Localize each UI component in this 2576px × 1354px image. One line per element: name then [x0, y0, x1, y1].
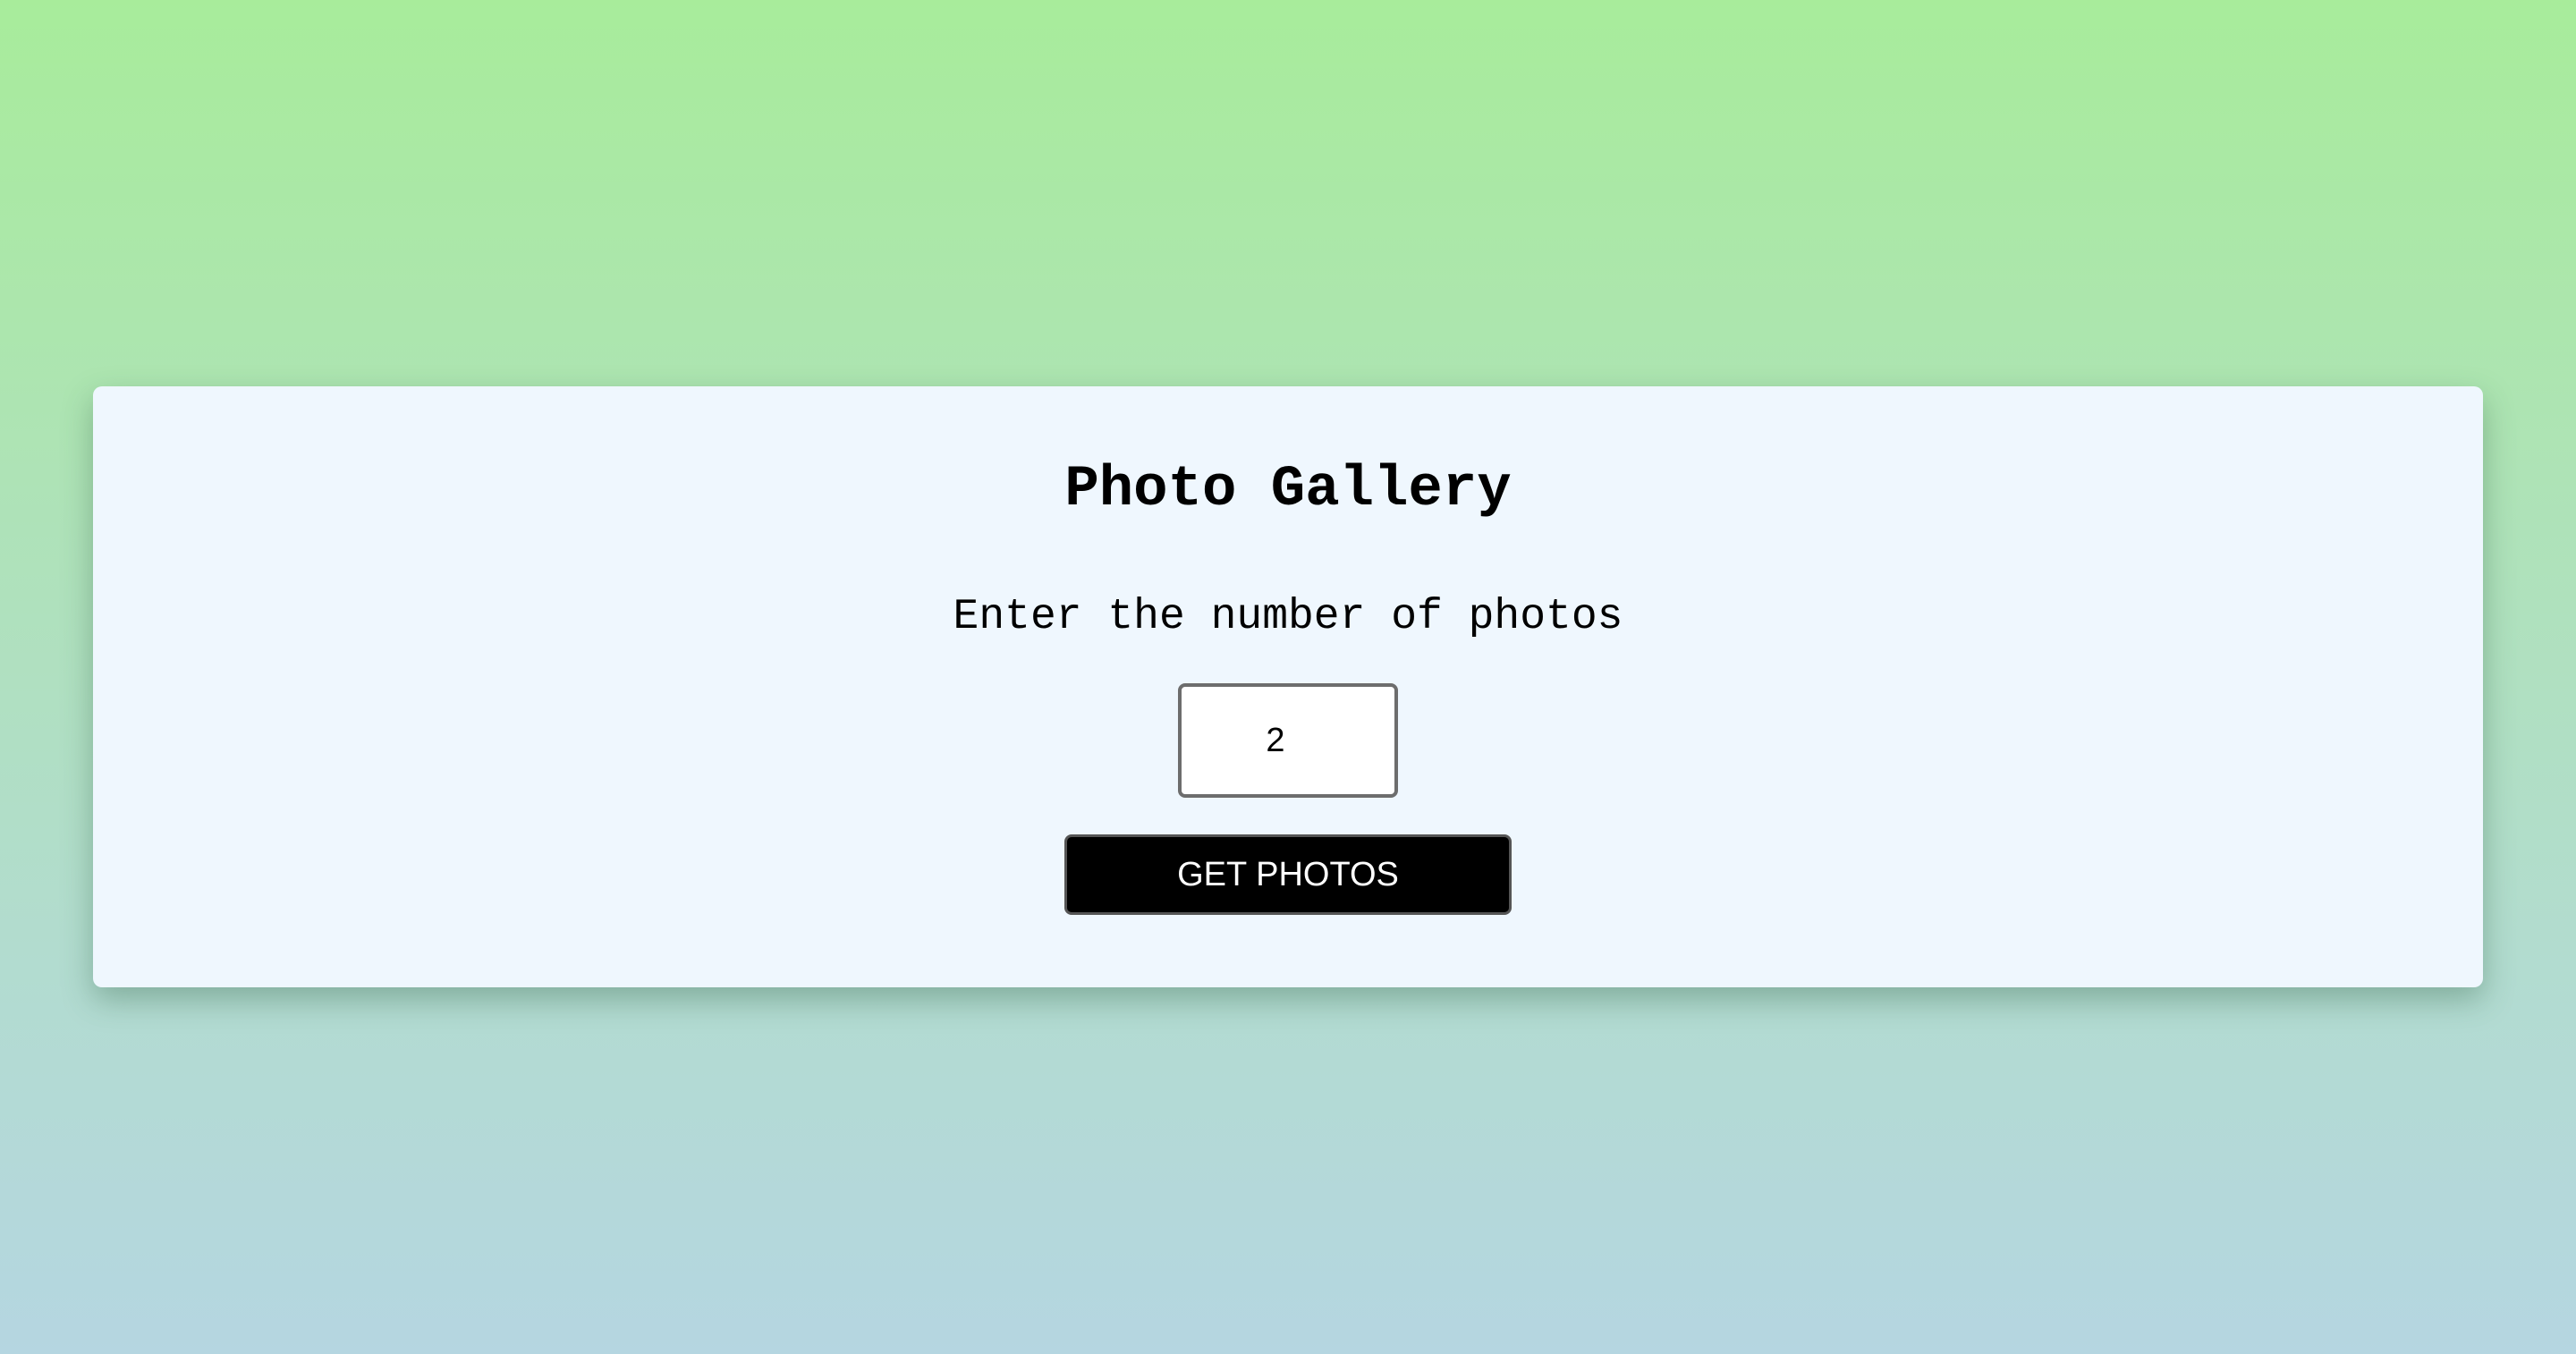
gallery-card: Photo Gallery Enter the number of photos… [93, 386, 2483, 987]
photo-count-label: Enter the number of photos [953, 593, 1623, 641]
photo-count-input[interactable] [1178, 683, 1398, 798]
page-title: Photo Gallery [1064, 458, 1512, 522]
get-photos-button[interactable]: GET PHOTOS [1064, 834, 1512, 915]
